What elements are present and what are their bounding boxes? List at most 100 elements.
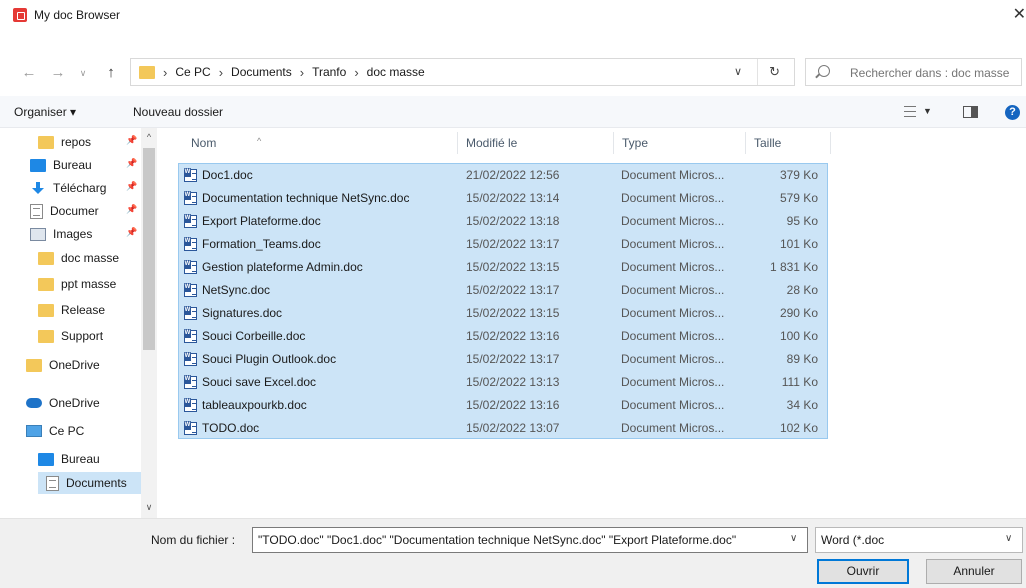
file-row[interactable]: Souci Corbeille.doc 15/02/2022 13:16 Docum…	[178, 325, 828, 348]
up-arrow-icon[interactable]: ↑	[102, 64, 120, 82]
file-row[interactable]: Souci Plugin Outlook.doc 15/02/2022 13:17…	[178, 348, 828, 371]
column-divider[interactable]	[613, 132, 614, 154]
sidebar-item-label: OneDrive	[49, 358, 100, 372]
breadcrumb-separator[interactable]: ›	[300, 65, 304, 80]
column-divider[interactable]	[457, 132, 458, 154]
sidebar-item-label: Bureau	[53, 158, 92, 172]
file-type: Document Micros...	[621, 237, 725, 251]
file-row[interactable]: Signatures.doc 15/02/2022 13:15 Document M…	[178, 302, 828, 325]
computer-icon	[26, 425, 42, 437]
folder-icon	[38, 135, 54, 149]
folder-icon	[38, 329, 54, 343]
file-row[interactable]: tableauxpourkb.doc 15/02/2022 13:16 Docume…	[178, 394, 828, 417]
cancel-button[interactable]: Annuler	[926, 559, 1022, 584]
word-document-icon	[184, 168, 197, 182]
file-row[interactable]: Documentation technique NetSync.doc 15/02…	[178, 187, 828, 210]
breadcrumb-ce-pc[interactable]: Ce PC	[175, 65, 210, 79]
sidebar-item[interactable]: OneDrive	[26, 354, 100, 376]
file-size: 111 Ko	[781, 375, 818, 389]
filetype-select[interactable]: Word (*.doc	[815, 527, 1023, 553]
desktop-icon	[30, 158, 46, 172]
sidebar-item[interactable]: OneDrive	[26, 392, 100, 414]
file-row[interactable]: Doc1.doc 21/02/2022 12:56 Document Micros.…	[178, 164, 828, 187]
sidebar-item[interactable]: Documents	[38, 472, 141, 494]
word-document-icon	[184, 191, 197, 205]
command-bar: Organiser ▾ Nouveau dossier ▼ ?	[0, 96, 1026, 128]
word-document-icon	[184, 375, 197, 389]
help-icon[interactable]: ?	[1005, 105, 1020, 120]
close-icon[interactable]: ✕	[1008, 4, 1026, 26]
column-header-modified[interactable]: Modifié le	[459, 128, 517, 158]
sidebar-item[interactable]: repos	[38, 131, 91, 153]
filename-input[interactable]: "TODO.doc" "Doc1.doc" "Documentation tec…	[252, 527, 808, 553]
column-header-size[interactable]: Taille	[747, 128, 781, 158]
sidebar-item[interactable]: Documer	[30, 200, 99, 222]
sidebar-item[interactable]: Ce PC	[26, 420, 84, 442]
file-type: Document Micros...	[621, 375, 725, 389]
file-name: Souci save Excel.doc	[202, 375, 317, 389]
word-document-icon	[184, 283, 197, 297]
window-title: My doc Browser	[34, 8, 121, 22]
sidebar-item[interactable]: Release	[38, 299, 105, 321]
file-size: 100 Ko	[779, 329, 818, 343]
breadcrumb-tranfo[interactable]: Tranfo	[312, 65, 346, 79]
pin-icon: 📌	[126, 158, 138, 168]
nav-scrollbar-thumb[interactable]	[143, 148, 155, 350]
file-row[interactable]: NetSync.doc 15/02/2022 13:17 Document Micr…	[178, 279, 828, 302]
file-row[interactable]: Gestion plateforme Admin.doc 15/02/2022 1…	[178, 256, 828, 279]
view-options-icon[interactable]	[904, 106, 916, 117]
column-header-type[interactable]: Type	[615, 128, 648, 158]
file-size: 379 Ko	[779, 168, 818, 182]
file-size: 1 831 Ko	[769, 260, 818, 274]
cloud-icon	[26, 398, 42, 408]
title-bar: My doc Browser ✕	[0, 0, 1026, 30]
filetype-dropdown-icon[interactable]: ∨	[1005, 533, 1012, 544]
file-row[interactable]: Souci save Excel.doc 15/02/2022 13:13 Docu…	[178, 371, 828, 394]
sidebar-item[interactable]: Bureau	[38, 448, 100, 470]
sidebar-item-label: Support	[61, 329, 104, 343]
file-type: Document Micros...	[621, 352, 725, 366]
file-name: Gestion plateforme Admin.doc	[202, 260, 363, 274]
breadcrumb-doc-masse[interactable]: doc masse	[367, 65, 425, 79]
column-divider[interactable]	[745, 132, 746, 154]
file-size: 101 Ko	[779, 237, 818, 251]
recent-locations-dropdown-icon[interactable]: ∨	[74, 64, 92, 82]
file-modified: 15/02/2022 13:17	[466, 283, 560, 297]
preview-pane-icon[interactable]	[963, 106, 978, 118]
address-dropdown-icon[interactable]: ∨	[734, 65, 742, 78]
sidebar-item[interactable]: Images	[30, 223, 92, 245]
file-row[interactable]: TODO.doc 15/02/2022 13:07 Document Micros.…	[178, 417, 828, 440]
filename-dropdown-icon[interactable]: ∨	[790, 533, 797, 544]
scroll-down-icon[interactable]: ∨	[144, 502, 154, 513]
file-row[interactable]: Formation_Teams.doc 15/02/2022 13:17 Docum…	[178, 233, 828, 256]
breadcrumb-documents[interactable]: Documents	[231, 65, 292, 79]
back-arrow-icon[interactable]: ←	[20, 64, 38, 82]
file-row[interactable]: Export Plateforme.doc 15/02/2022 13:18 Doc…	[178, 210, 828, 233]
sort-ascending-icon: ^	[257, 136, 262, 146]
view-options-dropdown-icon[interactable]: ▼	[923, 106, 932, 116]
address-bar[interactable]: › Ce PC › Documents › Tranfo › doc masse…	[130, 58, 795, 86]
sidebar-item[interactable]: Support	[38, 325, 103, 347]
organize-button[interactable]: Organiser ▾	[14, 105, 76, 119]
scroll-up-icon[interactable]: ^	[144, 132, 154, 142]
search-icon	[818, 65, 830, 77]
column-header-name[interactable]: Nom	[184, 128, 216, 158]
file-modified: 15/02/2022 13:07	[466, 421, 560, 435]
search-input[interactable]	[850, 66, 1020, 80]
column-divider[interactable]	[830, 132, 831, 154]
sidebar-item[interactable]: doc masse	[38, 247, 119, 269]
forward-arrow-icon[interactable]: →	[49, 64, 67, 82]
breadcrumb-separator[interactable]: ›	[219, 65, 223, 80]
navigation-pane: repos 📌 Bureau 📌 Télécharg 📌 Documer 📌 Images 📌 do…	[0, 128, 157, 518]
open-button[interactable]: Ouvrir	[817, 559, 909, 584]
sidebar-item-label: repos	[61, 135, 92, 149]
file-type: Document Micros...	[621, 421, 725, 435]
file-type: Document Micros...	[621, 168, 725, 182]
search-box[interactable]	[805, 58, 1022, 86]
breadcrumb-separator[interactable]: ›	[354, 65, 358, 80]
sidebar-item[interactable]: Télécharg	[30, 177, 106, 199]
new-folder-button[interactable]: Nouveau dossier	[133, 105, 223, 119]
sidebar-item[interactable]: Bureau	[30, 154, 92, 176]
refresh-icon[interactable]: ↻	[769, 64, 780, 80]
sidebar-item[interactable]: ppt masse	[38, 273, 116, 295]
